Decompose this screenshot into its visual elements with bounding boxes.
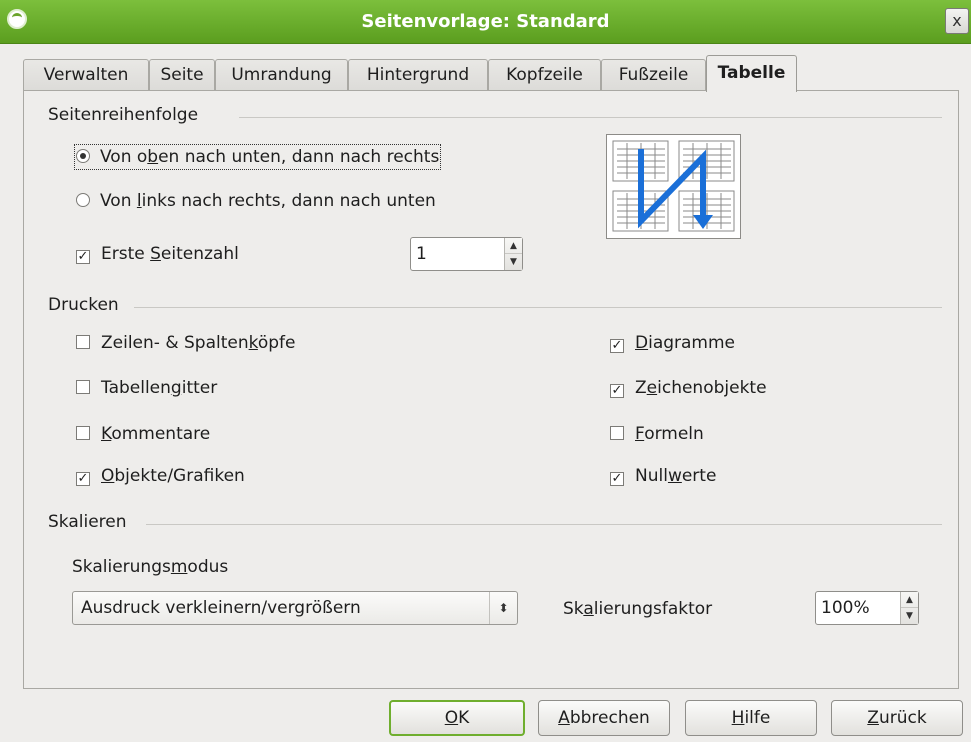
updown-arrows-icon: ⬍ [489, 592, 517, 624]
scaling-mode-label: Skalierungsmodus [72, 557, 229, 577]
spin-down-icon[interactable]: ▼ [901, 608, 918, 624]
checkbox-comments[interactable]: Kommentare [76, 423, 210, 445]
checkbox-zero-values[interactable]: ✓ Nullwerte [610, 465, 716, 487]
checkbox-checked: ✓ [610, 383, 624, 398]
group-title-scale: Skalieren [48, 512, 127, 532]
checkbox-objects-graphics[interactable]: ✓ Objekte/Grafiken [76, 465, 245, 487]
dialog-window: Seitenvorlage: Standard x Verwalten Seit… [0, 0, 971, 742]
ok-button[interactable]: OK [389, 700, 525, 736]
checkbox-checked: ✓ [76, 249, 90, 264]
checkbox-checked: ✓ [76, 471, 90, 486]
checkbox-unchecked [610, 426, 624, 440]
tab-fusszeile[interactable]: Fußzeile [601, 59, 706, 91]
title-bar[interactable]: Seitenvorlage: Standard x [0, 0, 971, 44]
radio-indicator [76, 149, 90, 163]
checkbox-unchecked [76, 380, 90, 394]
checkbox-checked: ✓ [610, 338, 624, 353]
spin-down-icon[interactable]: ▼ [505, 254, 522, 270]
spin-up-icon[interactable]: ▲ [505, 238, 522, 254]
checkbox-charts[interactable]: ✓ Diagramme [610, 332, 735, 354]
checkbox-unchecked [76, 335, 90, 349]
tab-panel-tabelle: Seitenreihenfolge Von oben nach unten, d… [23, 90, 959, 689]
group-divider [239, 117, 942, 118]
first-page-number-spinner[interactable]: 1 ▲ ▼ [410, 237, 523, 271]
group-title-page-order: Seitenreihenfolge [48, 105, 199, 125]
radio-left-right-then-down[interactable]: Von links nach rechts, dann nach unten [76, 190, 436, 212]
checkbox-grid[interactable]: Tabellengitter [76, 377, 217, 399]
tab-seite[interactable]: Seite [149, 59, 215, 91]
cancel-button[interactable]: Abbrechen [538, 700, 670, 736]
page-order-preview-icon [606, 134, 741, 239]
group-divider [134, 307, 942, 308]
checkbox-formulas[interactable]: Formeln [610, 423, 704, 445]
help-button[interactable]: Hilfe [685, 700, 817, 736]
tab-tabelle[interactable]: Tabelle [706, 55, 797, 92]
tab-umrandung[interactable]: Umrandung [215, 59, 348, 91]
scaling-mode-select[interactable]: Ausdruck verkleinern/vergrößern ⬍ [72, 591, 518, 625]
tab-kopfzeile[interactable]: Kopfzeile [488, 59, 601, 91]
window-title: Seitenvorlage: Standard [361, 11, 610, 32]
spin-up-icon[interactable]: ▲ [901, 592, 918, 608]
radio-indicator [76, 193, 90, 207]
scaling-factor-label: Skalierungsfaktor [563, 599, 713, 619]
checkbox-unchecked [76, 426, 90, 440]
group-title-print: Drucken [48, 295, 119, 315]
tab-hintergrund[interactable]: Hintergrund [348, 59, 488, 91]
checkbox-checked: ✓ [610, 471, 624, 486]
group-divider [146, 524, 942, 525]
radio-top-down-then-right[interactable]: Von oben nach unten, dann nach rechts [73, 144, 442, 170]
scaling-factor-spinner[interactable]: 100% ▲ ▼ [815, 591, 919, 625]
close-button[interactable]: x [945, 8, 969, 34]
tab-verwalten[interactable]: Verwalten [23, 59, 149, 91]
back-button[interactable]: Zurück [831, 700, 963, 736]
checkbox-row-column-headers[interactable]: Zeilen- & Spaltenköpfe [76, 332, 296, 354]
checkbox-drawing-objects[interactable]: ✓ Zeichenobjekte [610, 377, 767, 399]
checkbox-first-page-number[interactable]: ✓ Erste Seitenzahl [76, 243, 239, 265]
close-icon: x [952, 11, 962, 30]
